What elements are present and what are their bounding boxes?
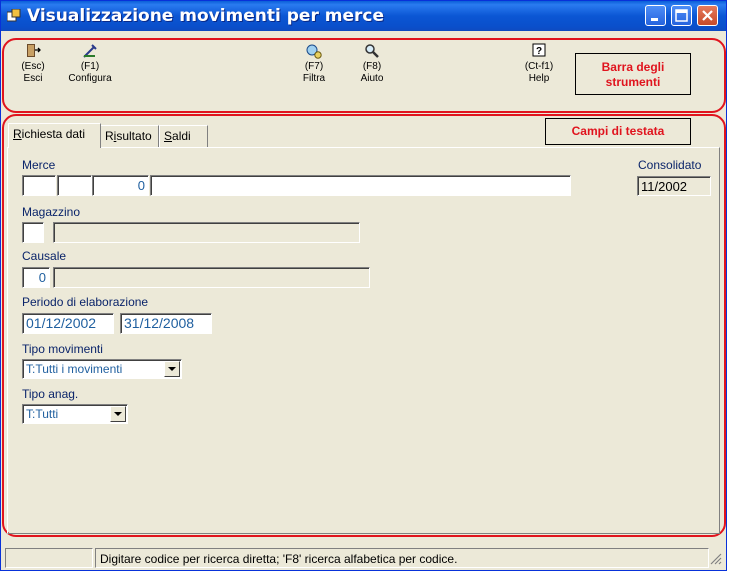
exit-door-icon — [27, 44, 41, 57]
close-button[interactable] — [697, 5, 718, 26]
help-tool-button[interactable]: ? (Ct-f1) Help — [519, 43, 559, 85]
status-bar: Digitare codice per ricerca diretta; 'F8… — [5, 548, 724, 568]
aiuto-key: (F8) — [362, 61, 382, 72]
filter-tool-button[interactable]: (F7) Filtra — [297, 43, 331, 85]
merce-code2-field[interactable] — [57, 175, 92, 196]
configure-label: Configura — [68, 73, 112, 84]
tipo-anag-value: T:Tutti — [26, 407, 59, 421]
aiuto-tool-button[interactable]: (F8) Aiuto — [354, 43, 390, 85]
periodo-label: Periodo di elaborazione — [22, 295, 149, 309]
minimize-button[interactable] — [645, 5, 666, 26]
configure-tool-button[interactable]: (F1) Configura — [63, 43, 117, 85]
consolidato-label: Consolidato — [638, 158, 702, 172]
header-fields-callout: Campi di testata — [545, 118, 691, 145]
magazzino-label: Magazzino — [22, 205, 81, 219]
tab-label-rest: sultato — [116, 129, 152, 143]
tipo-movimenti-select[interactable]: T:Tutti i movimenti — [22, 359, 182, 379]
tab-label-prefix: R — [105, 129, 114, 143]
status-panel-left — [5, 548, 93, 568]
close-icon — [702, 10, 713, 21]
resize-grip-icon[interactable] — [710, 553, 722, 565]
configure-icon — [83, 44, 97, 58]
help-label: Help — [528, 73, 550, 84]
filter-icon — [306, 44, 322, 59]
causale-label: Causale — [22, 249, 67, 263]
tab-panel-richiesta-dati — [7, 147, 720, 534]
tab-richiesta-dati[interactable]: Richiesta dati — [8, 123, 101, 148]
exit-key: (Esc) — [21, 61, 45, 72]
tab-label-mnemonic: R — [13, 127, 22, 141]
status-message: Digitare codice per ricerca diretta; 'F8… — [95, 548, 709, 568]
tab-risultato[interactable]: Risultato — [100, 125, 159, 147]
periodo-from-field[interactable]: 01/12/2002 — [22, 313, 114, 334]
title-bar[interactable]: Visualizzazione movimenti per merce — [1, 1, 726, 31]
maximize-icon — [675, 9, 688, 22]
filter-label: Filtra — [302, 73, 326, 84]
exit-label: Esci — [23, 73, 43, 84]
configure-key: (F1) — [80, 61, 100, 72]
tipo-anag-select[interactable]: T:Tutti — [22, 404, 128, 424]
minimize-icon — [651, 18, 658, 21]
magazzino-code-field[interactable] — [22, 222, 44, 243]
periodo-to-field[interactable]: 31/12/2008 — [120, 313, 212, 334]
consolidato-field: 11/2002 — [637, 176, 711, 196]
dropdown-button[interactable] — [164, 361, 180, 377]
toolbar-callout: Barra degli strumenti — [575, 53, 691, 95]
app-icon — [6, 8, 21, 23]
chevron-down-icon — [114, 412, 122, 416]
window-title: Visualizzazione movimenti per merce — [27, 6, 384, 26]
tab-saldi[interactable]: Saldi — [159, 125, 208, 147]
aiuto-label: Aiuto — [360, 73, 384, 84]
causale-code-field[interactable]: 0 — [22, 267, 50, 288]
chevron-down-icon — [168, 367, 176, 371]
tipo-movimenti-value: T:Tutti i movimenti — [26, 362, 123, 376]
causale-description-field — [53, 267, 370, 288]
tab-label-rest: ichiesta dati — [21, 127, 86, 141]
help-key: (Ct-f1) — [524, 61, 554, 72]
tipo-movimenti-label: Tipo movimenti — [22, 342, 103, 356]
merce-code1-field[interactable] — [22, 175, 56, 196]
maximize-button[interactable] — [671, 5, 692, 26]
merce-number-field[interactable]: 0 — [92, 175, 149, 196]
filter-key: (F7) — [304, 61, 324, 72]
app-window: Visualizzazione movimenti per merce (Esc… — [0, 0, 727, 571]
dropdown-button[interactable] — [110, 406, 126, 422]
exit-tool-button[interactable]: (Esc) Esci — [15, 43, 51, 85]
help-icon: ? — [532, 43, 546, 57]
merce-description-field[interactable] — [150, 175, 571, 196]
tab-label-mnemonic: S — [164, 129, 173, 143]
tab-label-rest: aldi — [172, 129, 191, 143]
merce-label: Merce — [22, 158, 56, 172]
magazzino-description-field — [53, 222, 360, 243]
magnifier-icon — [365, 44, 379, 58]
tipo-anag-label: Tipo anag. — [22, 387, 79, 401]
svg-text:?: ? — [536, 46, 542, 57]
